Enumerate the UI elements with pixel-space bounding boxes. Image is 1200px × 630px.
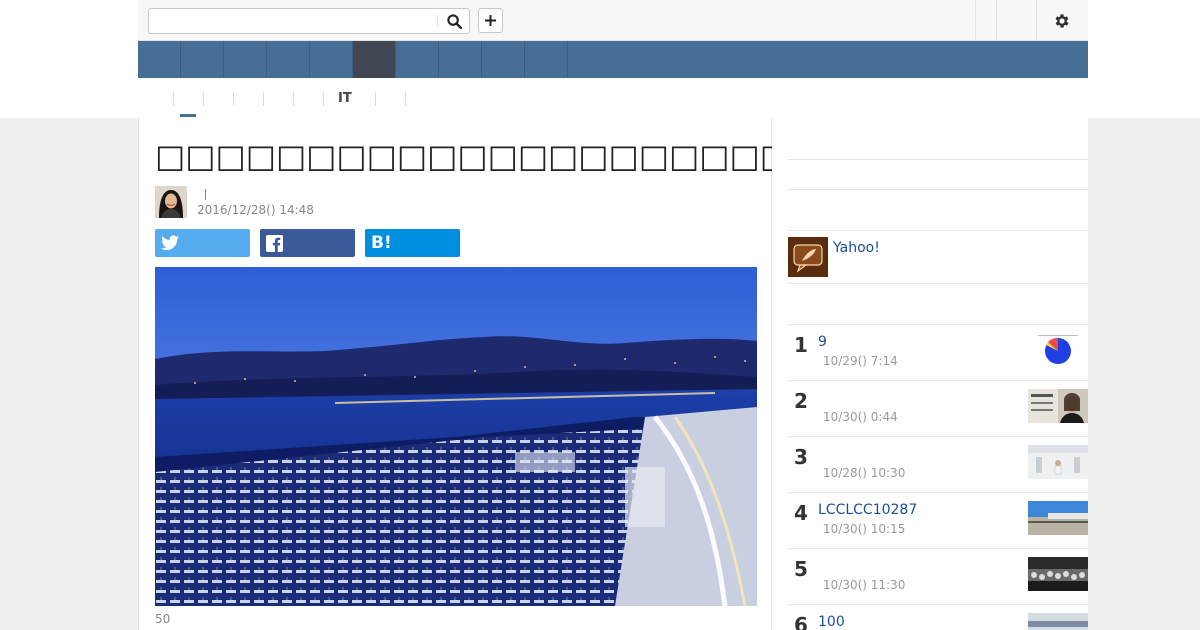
article-date: 2016/12/28() 14:48 [197, 203, 314, 217]
nav-tab[interactable] [310, 41, 353, 78]
nav-tab[interactable] [396, 41, 439, 78]
nav-tab[interactable] [439, 41, 482, 78]
subnav-item[interactable] [263, 92, 293, 106]
subnav-item-it[interactable]: IT [338, 91, 352, 106]
settings-button[interactable] [1051, 10, 1073, 32]
rank-thumbnail[interactable] [1028, 501, 1088, 535]
rank-number: 3 [794, 445, 808, 469]
yahoo-comment-icon[interactable] [788, 237, 828, 277]
nav-tab[interactable] [482, 41, 525, 78]
search-divider [437, 15, 438, 27]
nav-tab-active[interactable] [353, 41, 396, 78]
sub-nav: IT [138, 78, 1088, 118]
rank-time: 10/28() 10:30 [823, 466, 906, 480]
ranking-item[interactable]: 3 10/28() 10:30 [788, 436, 1088, 492]
rank-time: 10/29() 7:14 [823, 354, 898, 368]
photo-caption: 50 [155, 612, 171, 626]
rank-title[interactable]: 9 [818, 334, 827, 350]
category-nav [138, 41, 1088, 78]
search-box [148, 8, 470, 34]
sidebar-divider [788, 230, 1088, 231]
rank-number: 5 [794, 557, 808, 581]
ranking-item[interactable]: 1 9 10/29() 7:14 [788, 324, 1088, 380]
ranking-item[interactable]: 6 100 [788, 604, 1088, 630]
nav-tab[interactable] [181, 41, 224, 78]
rank-number: 2 [794, 389, 808, 413]
search-icon [446, 13, 462, 29]
subnav-item[interactable] [405, 92, 435, 106]
add-button[interactable] [478, 8, 503, 33]
facebook-icon [266, 234, 283, 252]
rank-number: 4 [794, 501, 808, 525]
rank-thumbnail[interactable] [1028, 445, 1088, 479]
rank-number: 1 [794, 333, 808, 357]
rank-number: 6 [794, 613, 808, 630]
rank-thumbnail[interactable] [1028, 333, 1088, 367]
sidebar: Yahoo! 1 9 10/29() 7:14 2 10/30() 0:44 3… [772, 118, 1088, 630]
nav-tab[interactable] [267, 41, 310, 78]
sidebar-divider [788, 189, 1088, 190]
ranking-item[interactable]: 2 10/30() 0:44 [788, 380, 1088, 436]
header-divider [975, 0, 976, 40]
ranking-item[interactable]: 5 10/30() 11:30 [788, 548, 1088, 604]
rank-time: 10/30() 10:15 [823, 522, 906, 536]
header-divider [996, 0, 997, 40]
subnav-item[interactable] [173, 92, 203, 106]
nav-tab[interactable] [224, 41, 267, 78]
subnav-active-indicator [180, 114, 196, 117]
rank-title[interactable]: LCCLCC10287 [818, 502, 917, 518]
subnav-item[interactable] [293, 92, 323, 106]
plus-icon [485, 15, 496, 26]
rank-thumbnail[interactable] [1028, 389, 1088, 423]
author-avatar[interactable] [155, 186, 187, 218]
hatena-bookmark-button[interactable]: B! [365, 229, 460, 257]
header-divider [1036, 0, 1037, 40]
ranking-item[interactable]: 4 LCCLCC10287 10/30() 10:15 [788, 492, 1088, 548]
article-hero-image[interactable] [155, 267, 757, 606]
yahoo-link[interactable]: Yahoo! [833, 240, 880, 256]
search-button[interactable] [441, 11, 467, 31]
author-separator [205, 189, 206, 200]
rank-thumbnail[interactable] [1028, 613, 1088, 630]
rank-time: 10/30() 0:44 [823, 410, 898, 424]
sidebar-divider [788, 283, 1088, 284]
nav-tab[interactable] [138, 41, 181, 78]
subnav-item[interactable] [375, 92, 405, 106]
rank-thumbnail[interactable] [1028, 557, 1088, 591]
rank-title[interactable]: 100 [818, 614, 845, 630]
twitter-icon [161, 235, 179, 251]
facebook-share-button[interactable] [260, 229, 355, 257]
twitter-share-button[interactable] [155, 229, 250, 257]
article-panel: □□□□□□□□□□□□□□□□□□□□□□□□□ 2016/12/28() 1… [138, 118, 911, 630]
rank-time: 10/30() 11:30 [823, 578, 906, 592]
subnav-item[interactable] [233, 92, 263, 106]
nav-tab[interactable] [525, 41, 568, 78]
search-input[interactable] [149, 9, 437, 33]
sidebar-divider [788, 159, 1088, 160]
hatena-bookmark-icon: B! [371, 232, 392, 253]
header-bar [138, 0, 1088, 41]
subnav-item[interactable] [203, 92, 233, 106]
gear-icon [1055, 14, 1069, 28]
